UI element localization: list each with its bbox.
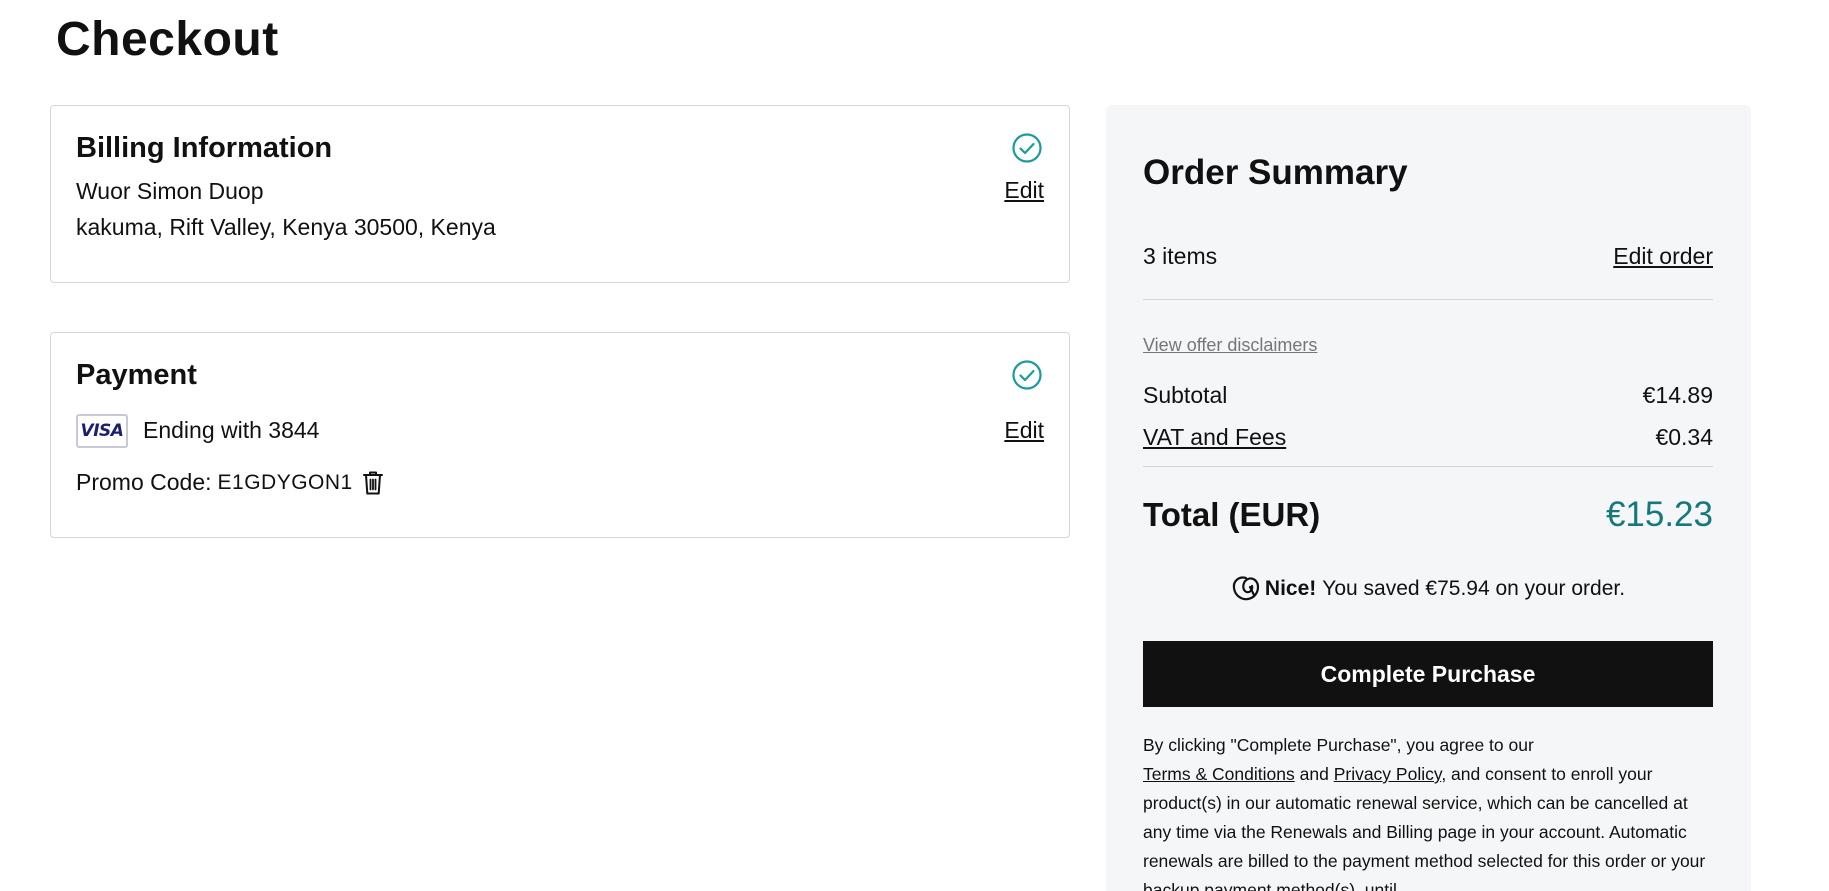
terms-conditions-link[interactable]: Terms & Conditions [1143, 764, 1295, 784]
billing-card: Billing Information Edit Wuor Simon Duop… [50, 105, 1070, 283]
card-ending-text: Ending with 3844 [143, 417, 320, 443]
savings-message: Nice! You saved €75.94 on your order. [1143, 575, 1713, 603]
subtotal-value: €14.89 [1642, 382, 1713, 408]
edit-order-link[interactable]: Edit order [1613, 243, 1713, 270]
billing-name: Wuor Simon Duop [76, 178, 264, 204]
legal-disclaimer: By clicking "Complete Purchase", you agr… [1143, 731, 1713, 891]
visa-card-icon: VISA [76, 414, 128, 448]
order-summary-title: Order Summary [1143, 153, 1408, 192]
payment-edit-link[interactable]: Edit [1004, 417, 1044, 444]
complete-purchase-button[interactable]: Complete Purchase [1143, 641, 1713, 707]
billing-address: kakuma, Rift Valley, Kenya 30500, Kenya [76, 214, 496, 240]
total-value: €15.23 [1605, 495, 1713, 534]
vat-row: VAT and Fees €0.34 [1143, 424, 1713, 451]
payment-title: Payment [76, 359, 197, 391]
trash-icon[interactable] [361, 470, 385, 496]
legal-text-and: and [1299, 764, 1329, 784]
view-offer-disclaimers-link[interactable]: View offer disclaimers [1143, 335, 1317, 356]
promo-code-row: Promo Code: E1GDYGON1 [76, 469, 385, 496]
promo-label: Promo Code: [76, 469, 212, 495]
check-circle-icon [1012, 133, 1042, 163]
items-count: 3 items [1143, 243, 1218, 269]
items-row: 3 items Edit order [1143, 243, 1713, 270]
divider [1143, 299, 1713, 300]
legal-text-intro: By clicking "Complete Purchase", you agr… [1143, 735, 1534, 755]
brand-logo-icon [1232, 576, 1260, 601]
billing-edit-link[interactable]: Edit [1004, 177, 1044, 204]
billing-title: Billing Information [76, 132, 333, 164]
page-title: Checkout [56, 13, 279, 66]
total-label: Total (EUR) [1143, 496, 1321, 533]
payment-card: Payment VISA Ending with 3844 Edit Promo… [50, 332, 1070, 538]
promo-code-value: E1GDYGON1 [217, 470, 353, 494]
divider [1143, 466, 1713, 467]
vat-and-fees-link[interactable]: VAT and Fees [1143, 424, 1286, 451]
vat-value: €0.34 [1655, 424, 1713, 450]
privacy-policy-link[interactable]: Privacy Policy [1334, 764, 1442, 784]
check-circle-icon [1012, 360, 1042, 390]
order-summary-panel: Order Summary 3 items Edit order View of… [1106, 105, 1751, 891]
savings-prefix: Nice! [1264, 577, 1317, 600]
checkout-page: Checkout Billing Information Edit Wuor S… [0, 0, 1829, 891]
subtotal-row: Subtotal €14.89 [1143, 382, 1713, 409]
total-row: Total (EUR) €15.23 [1143, 495, 1713, 535]
savings-text: You saved €75.94 on your order. [1322, 577, 1626, 600]
subtotal-label: Subtotal [1143, 382, 1228, 408]
